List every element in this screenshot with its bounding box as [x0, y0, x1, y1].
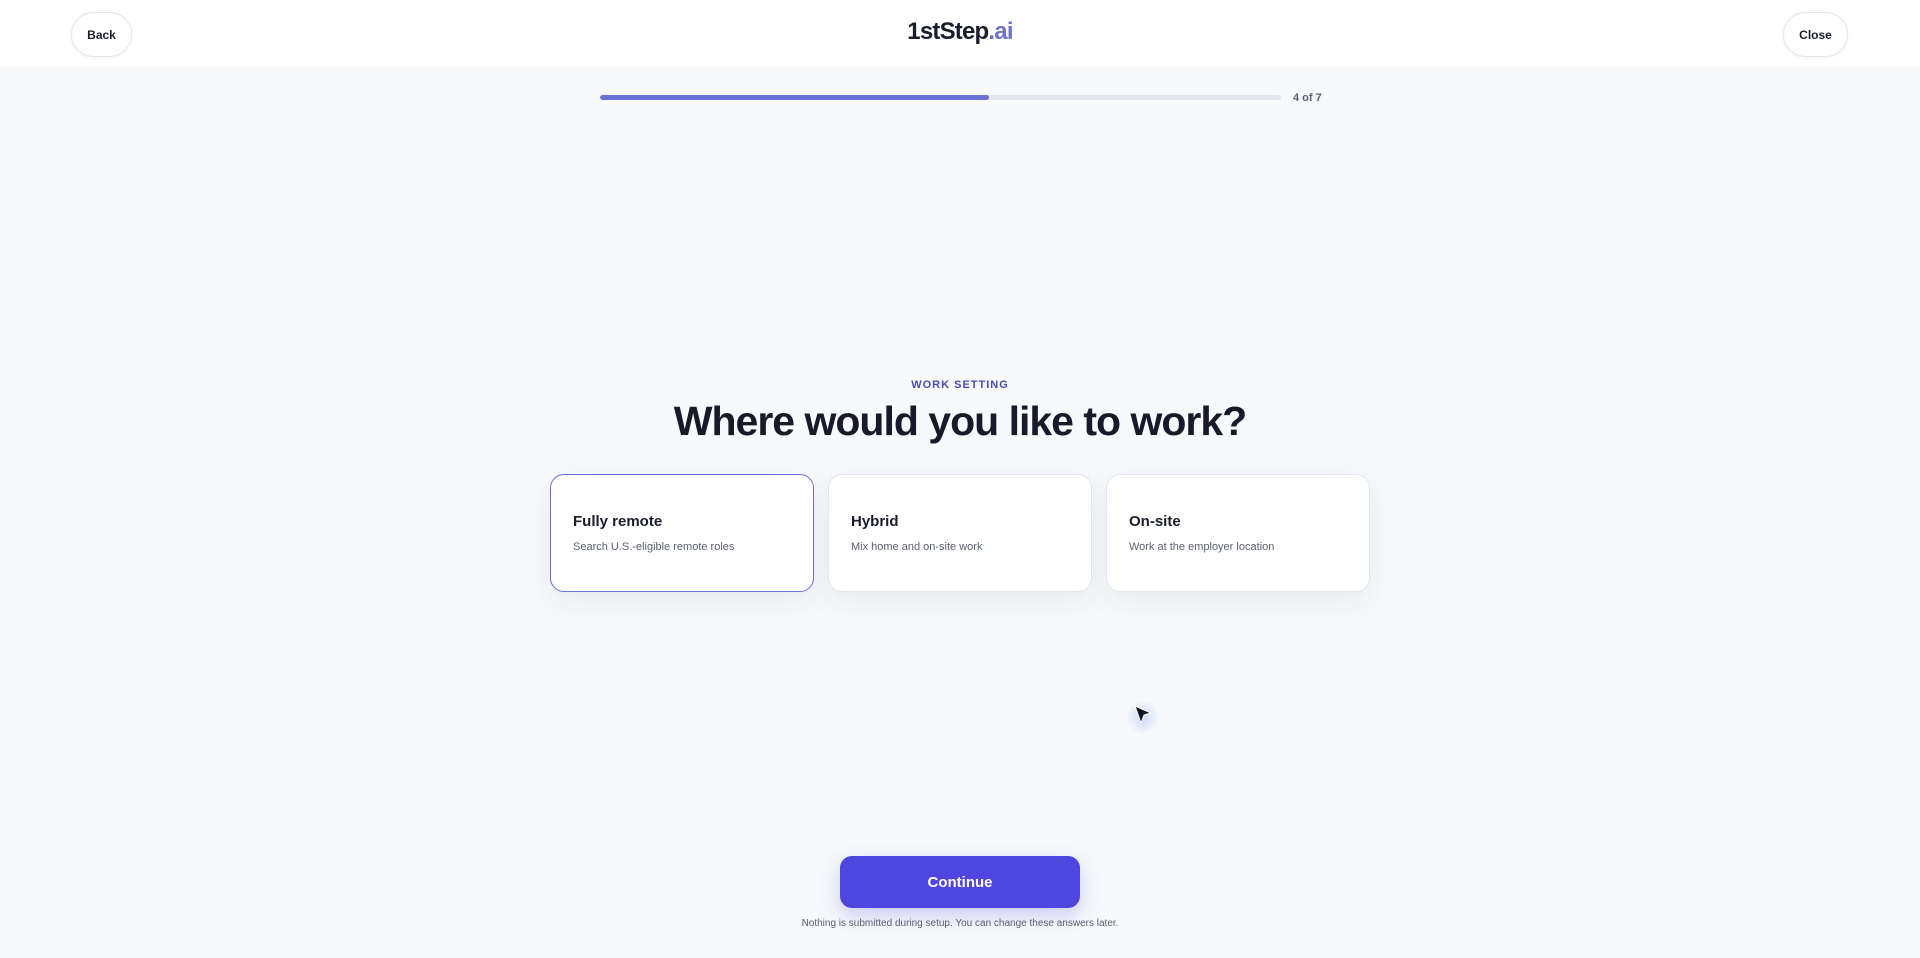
- logo-main: 1stStep: [907, 18, 989, 45]
- logo-accent: .ai: [988, 18, 1013, 45]
- step-eyebrow: WORK SETTING: [911, 379, 1009, 391]
- option-subtitle: Search U.S.-eligible remote roles: [573, 541, 735, 553]
- setup-note: Nothing is submitted during setup. You c…: [801, 918, 1119, 929]
- option-on-site[interactable]: On-site Work at the employer location: [1106, 474, 1370, 592]
- progress-label: 4 of 7: [1293, 92, 1322, 104]
- option-subtitle: Work at the employer location: [1129, 541, 1275, 553]
- option-title: Fully remote: [573, 513, 663, 530]
- progress-bar-fill: [600, 95, 989, 100]
- close-button[interactable]: Close: [1783, 12, 1848, 57]
- option-hybrid[interactable]: Hybrid Mix home and on-site work: [828, 474, 1092, 592]
- progress-bar: [600, 95, 1281, 100]
- option-title: On-site: [1129, 513, 1181, 530]
- logo: 1stStep.ai: [0, 18, 1920, 46]
- option-title: Hybrid: [851, 513, 899, 530]
- option-subtitle: Mix home and on-site work: [851, 541, 983, 553]
- option-fully-remote[interactable]: Fully remote Search U.S.-eligible remote…: [550, 474, 814, 592]
- top-bar: Back 1stStep.ai Close: [0, 0, 1920, 66]
- page-title: Where would you like to work?: [673, 398, 1247, 444]
- continue-button[interactable]: Continue: [840, 856, 1080, 908]
- mouse-pointer-icon: [1134, 705, 1153, 725]
